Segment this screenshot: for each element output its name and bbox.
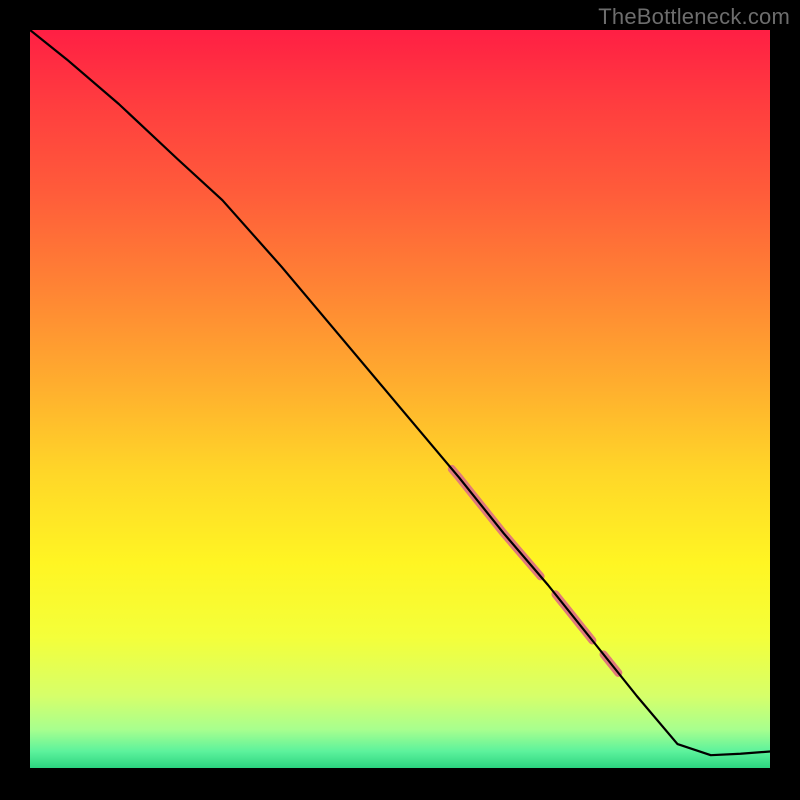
watermark-label: TheBottleneck.com xyxy=(598,4,790,30)
gradient-background xyxy=(30,30,770,770)
chart-frame: TheBottleneck.com xyxy=(0,0,800,800)
chart-svg xyxy=(30,30,770,770)
plot-area xyxy=(30,30,770,770)
axis-bottom xyxy=(30,768,770,770)
